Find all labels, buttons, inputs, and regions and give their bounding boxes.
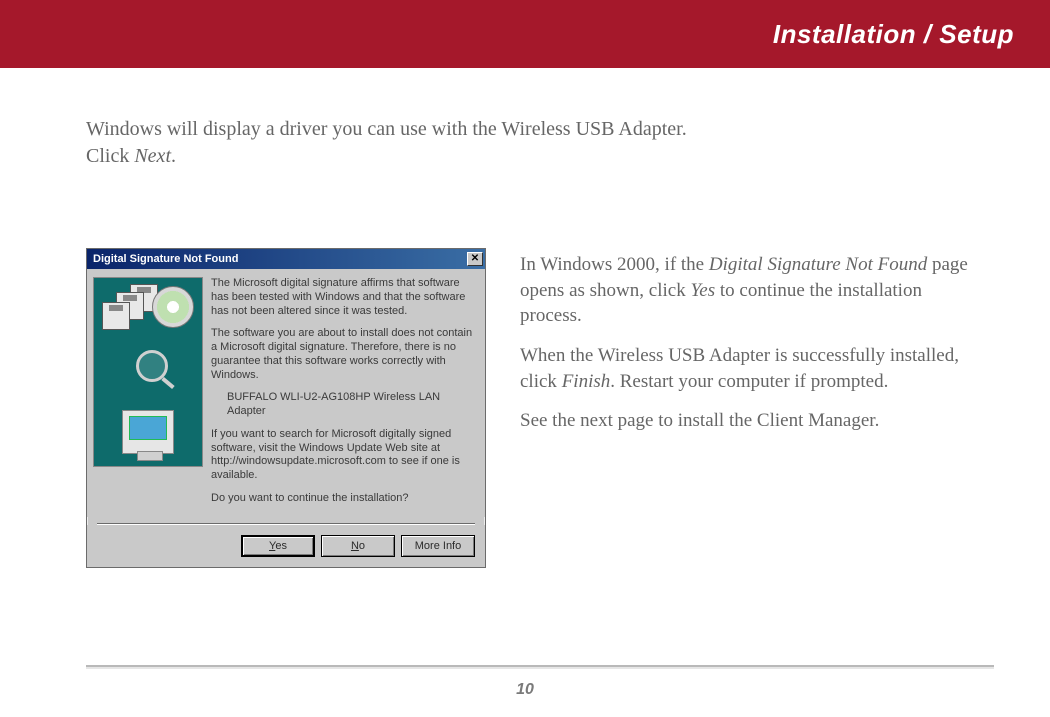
footer-rule [86, 665, 994, 669]
p1-em2: Yes [690, 280, 715, 301]
no-button[interactable]: No [321, 535, 395, 557]
close-icon[interactable]: ✕ [467, 252, 483, 266]
dialog-para-1: The Microsoft digital signature affirms … [211, 277, 475, 318]
dialog-text: The Microsoft digital signature affirms … [211, 277, 475, 515]
digital-signature-dialog: Digital Signature Not Found ✕ The Micros… [86, 248, 486, 568]
dialog-para-2: The software you are about to install do… [211, 327, 475, 382]
no-rest: o [359, 540, 365, 552]
page-content: Windows will display a driver you can us… [0, 68, 1050, 568]
page-section-title: Installation / Setup [773, 19, 1014, 50]
dialog-titlebar: Digital Signature Not Found ✕ [87, 249, 485, 269]
magnifier-icon [136, 350, 168, 382]
instruction-para-1: In Windows 2000, if the Digital Signatur… [520, 252, 970, 329]
intro-line2-post: . [171, 145, 176, 167]
dialog-title: Digital Signature Not Found [93, 253, 238, 265]
p2-em: Finish [562, 371, 611, 392]
instruction-para-2: When the Wireless USB Adapter is success… [520, 343, 970, 394]
intro-text: Windows will display a driver you can us… [86, 116, 970, 170]
instruction-column: In Windows 2000, if the Digital Signatur… [520, 248, 970, 448]
instruction-para-3: See the next page to install the Client … [520, 408, 970, 434]
dialog-para-4: Do you want to continue the installation… [211, 492, 475, 506]
dialog-button-row: Yes No More Info [87, 525, 485, 567]
intro-line2-em: Next [134, 145, 171, 167]
dialog-para-3: If you want to search for Microsoft digi… [211, 428, 475, 483]
yes-button[interactable]: Yes [241, 535, 315, 557]
yes-rest: es [275, 540, 287, 552]
monitor-icon [122, 410, 174, 454]
floppy-icon [102, 302, 130, 330]
cd-icon [152, 286, 194, 328]
header-band: Installation / Setup [0, 0, 1050, 68]
page-number: 10 [0, 681, 1050, 699]
dialog-graphic [93, 277, 203, 467]
more-info-button[interactable]: More Info [401, 535, 475, 557]
p1-a: In Windows 2000, if the [520, 254, 709, 275]
dialog-device-name: BUFFALO WLI-U2-AG108HP Wireless LAN Adap… [227, 391, 475, 419]
intro-line1: Windows will display a driver you can us… [86, 118, 687, 140]
p1-em1: Digital Signature Not Found [709, 254, 927, 275]
intro-line2-pre: Click [86, 145, 134, 167]
p2-b: . Restart your computer if prompted. [610, 371, 888, 392]
no-underline: N [351, 540, 359, 552]
